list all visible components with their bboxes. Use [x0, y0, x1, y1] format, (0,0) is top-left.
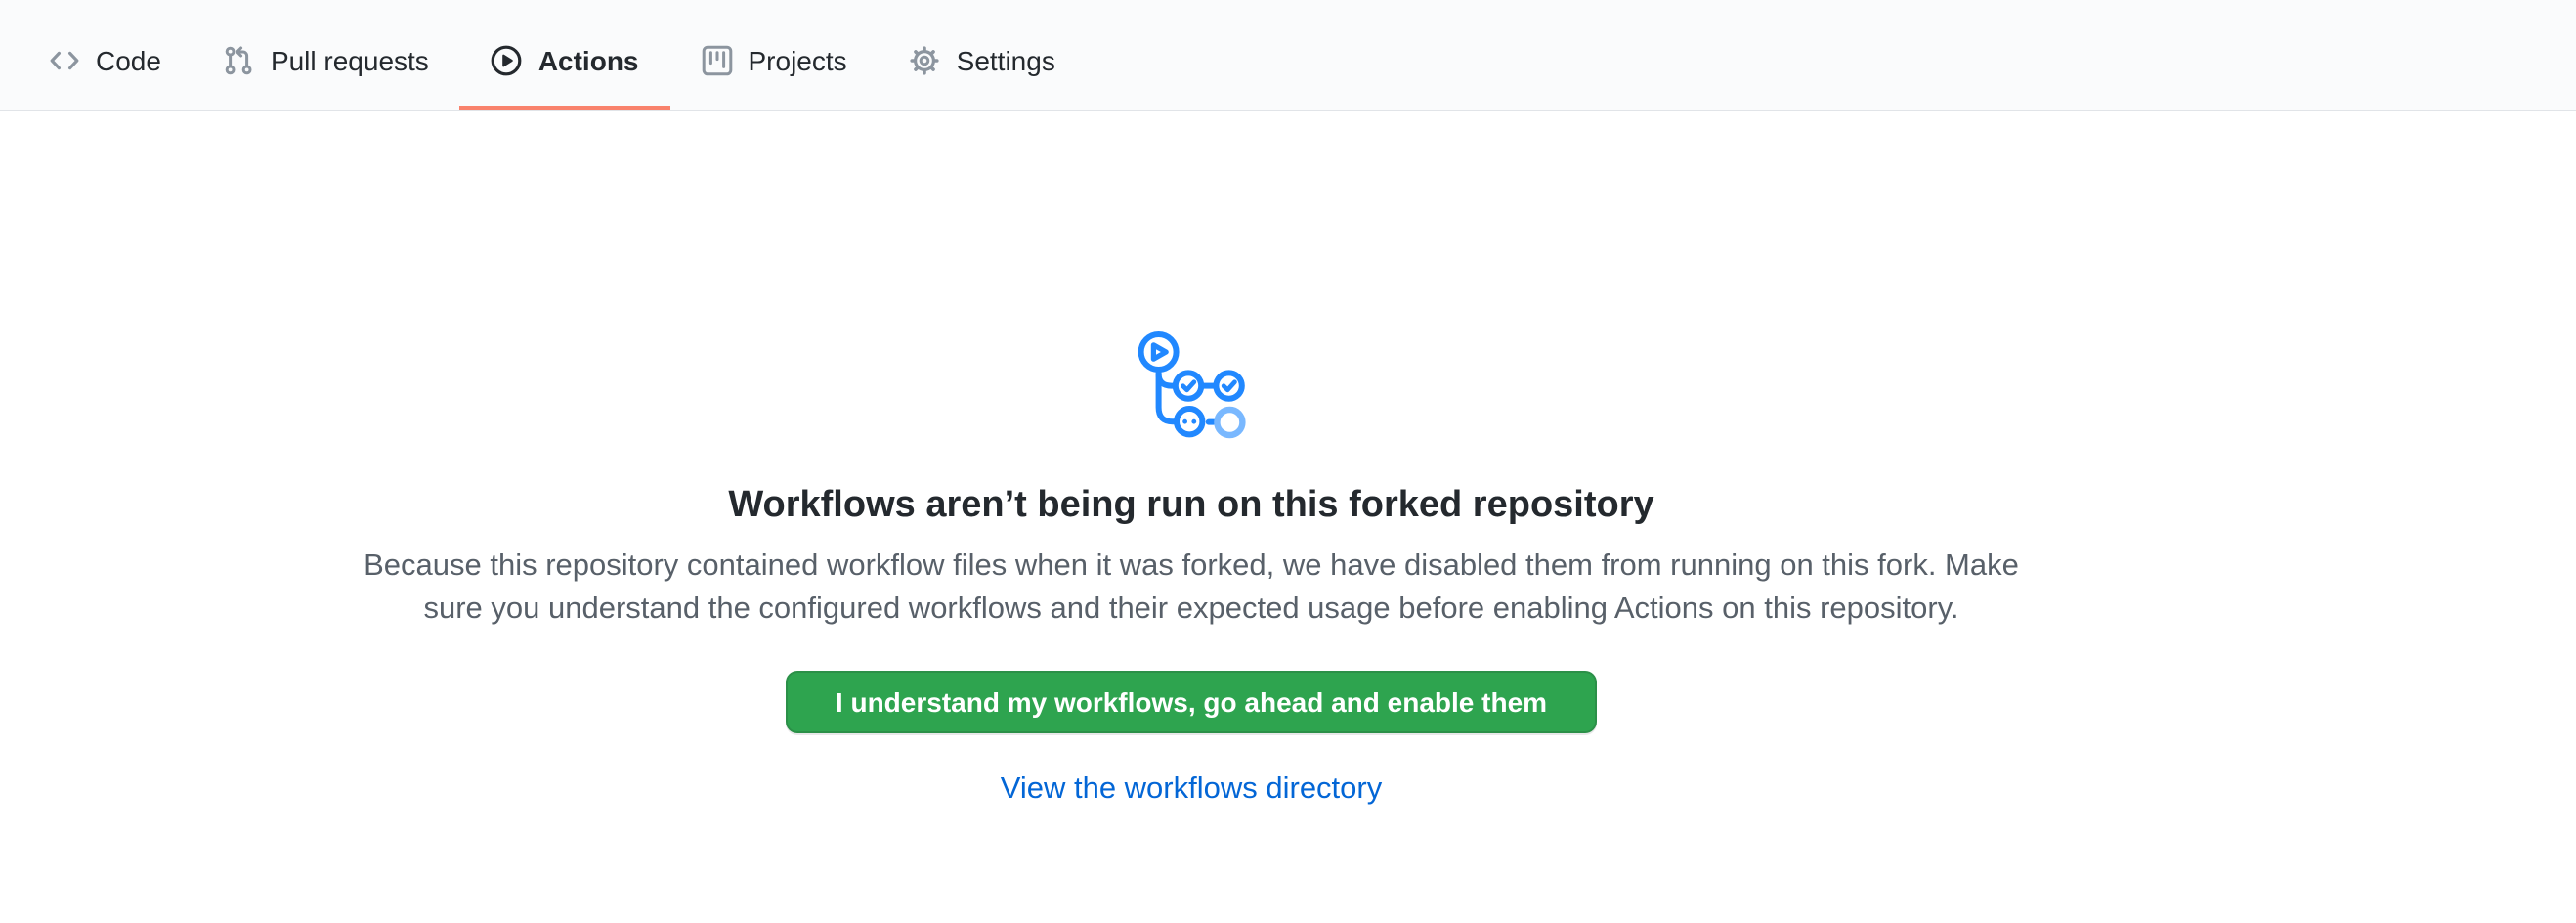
- tab-settings[interactable]: Settings: [879, 14, 1087, 110]
- code-icon: [49, 44, 80, 75]
- actions-blankslate: Workflows aren’t being run on this forke…: [0, 330, 2383, 808]
- tab-actions[interactable]: Actions: [460, 14, 670, 110]
- tab-label: Code: [96, 44, 161, 75]
- tab-pull-requests[interactable]: Pull requests: [193, 14, 460, 110]
- project-board-icon: [702, 44, 733, 75]
- workflow-graph-icon: [1137, 330, 1246, 440]
- description-line-1: Because this repository contained workfl…: [0, 546, 2383, 589]
- view-workflows-directory-link[interactable]: View the workflows directory: [1001, 772, 1383, 808]
- tab-label: Actions: [538, 44, 639, 75]
- tab-label: Projects: [749, 44, 847, 75]
- gear-icon: [910, 44, 941, 75]
- tab-code[interactable]: Code: [18, 14, 193, 110]
- enable-workflows-button[interactable]: I understand my workflows, go ahead and …: [787, 671, 1596, 733]
- description-line-2: sure you understand the configured workf…: [0, 589, 2383, 632]
- tab-label: Pull requests: [271, 44, 429, 75]
- blankslate-title: Workflows aren’t being run on this forke…: [0, 483, 2383, 530]
- tab-label: Settings: [957, 44, 1055, 75]
- page: Code Pull requests: [0, 0, 2576, 923]
- git-pull-request-icon: [224, 44, 255, 75]
- tab-projects[interactable]: Projects: [670, 14, 879, 110]
- play-circle-icon: [492, 44, 523, 75]
- repo-tab-nav: Code Pull requests: [0, 0, 2576, 111]
- blankslate-description: Because this repository contained workfl…: [0, 546, 2383, 632]
